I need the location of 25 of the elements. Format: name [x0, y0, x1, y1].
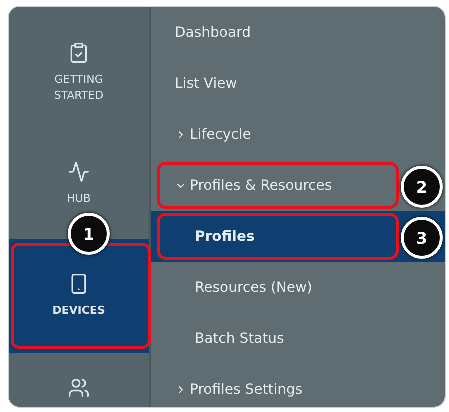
activity-icon[interactable]	[68, 160, 90, 183]
users-icon[interactable]	[68, 377, 90, 399]
menu-label: Profiles	[195, 228, 255, 244]
menu-label: Resources (New)	[195, 280, 312, 296]
step-badge: 1	[68, 213, 110, 255]
selected-nav-item[interactable]: DEVICES	[9, 239, 149, 353]
menu-label: Batch Status	[195, 330, 284, 346]
menu-item[interactable]: Profiles Settings	[151, 364, 303, 407]
menu-item[interactable]: Batch Status	[151, 313, 284, 364]
menu-item[interactable]: Lifecycle	[151, 109, 252, 160]
menu-label: Lifecycle	[190, 126, 252, 142]
menu-label: Profiles Settings	[190, 382, 303, 398]
nav-label: DEVICES	[52, 302, 106, 319]
step-badge: 2	[401, 166, 443, 208]
menu-item[interactable]: Profiles & Resources	[151, 160, 332, 211]
menu-label: Profiles & Resources	[190, 178, 332, 194]
clipboard-icon[interactable]	[68, 42, 90, 64]
menu-label: Dashboard	[175, 24, 251, 40]
menu-item[interactable]: Dashboard	[151, 7, 251, 58]
nav-label: HUB	[66, 190, 92, 207]
menu-item[interactable]: Resources (New)	[151, 262, 312, 313]
menu-label: List View	[175, 76, 238, 92]
nav-label: GETTING STARTED	[53, 72, 105, 104]
menu-item[interactable]: List View	[151, 58, 238, 109]
menu-item[interactable]: Profiles	[151, 211, 255, 262]
